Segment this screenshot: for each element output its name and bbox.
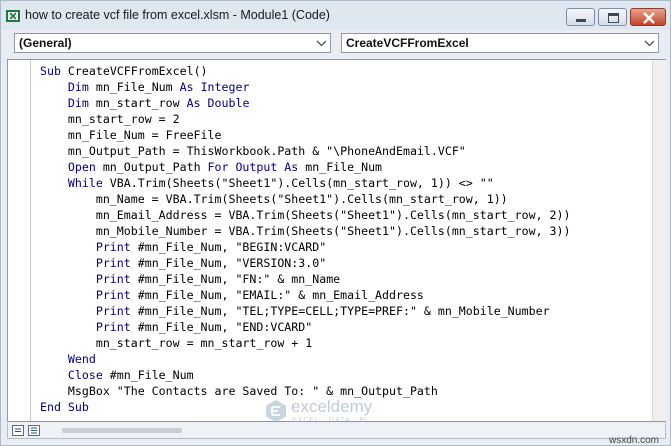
code-token: mn_Output_Path [95, 160, 208, 174]
code-token: #mn_File_Num, "BEGIN:VCARD" [130, 240, 327, 254]
watermark-name: exceldemy [291, 397, 373, 416]
keyword-token: Print [95, 304, 131, 318]
code-line[interactable]: Dim mn_File_Num As Integer [40, 79, 571, 95]
keyword-token: As Double [186, 96, 250, 110]
code-line[interactable]: Print #mn_File_Num, "TEL;TYPE=CELL;TYPE=… [40, 303, 571, 319]
code-line[interactable]: Print #mn_File_Num, "END:VCARD" [40, 319, 571, 335]
keyword-token: Dim [67, 80, 89, 94]
keyword-token: For Output As [207, 160, 299, 174]
window-title: how to create vcf file from excel.xlsm -… [25, 8, 330, 22]
code-line[interactable]: Sub CreateVCFFromExcel() [40, 63, 571, 79]
minimize-icon [576, 19, 586, 22]
code-token: mn_File_Num = FreeFile [67, 128, 222, 142]
keyword-token: Print [95, 256, 131, 270]
close-icon [643, 12, 655, 24]
exceldemy-logo-icon [266, 400, 286, 422]
procedure-dropdown[interactable]: CreateVCFFromExcel [341, 33, 659, 53]
keyword-token: Print [95, 320, 131, 334]
keyword-token: Close [67, 368, 103, 382]
object-dropdown-value: (General) [19, 36, 72, 50]
keyword-token: Sub [40, 64, 61, 78]
code-token: mn_Name = VBA.Trim(Sheets("Sheet1").Cell… [95, 192, 508, 206]
horizontal-scrollbar[interactable] [62, 428, 182, 433]
code-line[interactable]: Wend [40, 351, 571, 367]
procedure-dropdown-value: CreateVCFFromExcel [346, 36, 469, 50]
code-line[interactable]: mn_start_row = mn_start_row + 1 [40, 335, 571, 351]
margin-indicator-bar[interactable] [8, 60, 31, 421]
code-token: mn_Mobile_Number = VBA.Trim(Sheets("Shee… [95, 224, 571, 238]
keyword-token: Print [95, 288, 131, 302]
code-line[interactable]: mn_Mobile_Number = VBA.Trim(Sheets("Shee… [40, 223, 571, 239]
code-token: mn_Output_Path = ThisWorkbook.Path & "\P… [67, 144, 466, 158]
code-line[interactable]: Print #mn_File_Num, "FN:" & mn_Name [40, 271, 571, 287]
maximize-icon [608, 13, 619, 23]
code-text[interactable]: Sub CreateVCFFromExcel() Dim mn_File_Num… [40, 63, 571, 415]
code-token: mn_start_row = mn_start_row + 1 [95, 336, 313, 350]
keyword-token: Wend [67, 352, 96, 366]
vba-code-window: how to create vcf file from excel.xlsm -… [0, 0, 671, 446]
code-token: CreateVCFFromExcel() [60, 64, 208, 78]
code-token: mn_File_Num [88, 80, 180, 94]
code-editor[interactable]: Sub CreateVCFFromExcel() Dim mn_File_Num… [7, 59, 666, 422]
code-token: VBA.Trim(Sheets("Sheet1").Cells(mn_start… [102, 176, 494, 190]
procedure-view-icon [15, 428, 21, 432]
excel-vba-icon [6, 10, 20, 22]
vertical-scrollbar[interactable] [652, 60, 666, 421]
close-button[interactable] [630, 8, 666, 26]
keyword-token: While [67, 176, 103, 190]
code-line[interactable]: mn_Email_Address = VBA.Trim(Sheets("Shee… [40, 207, 571, 223]
maximize-button[interactable] [598, 8, 627, 26]
code-token: #mn_File_Num, "FN:" & mn_Name [130, 272, 341, 286]
minimize-button[interactable] [566, 8, 595, 26]
full-module-view-icon [31, 427, 37, 434]
site-watermark: wsxdn.com [609, 435, 660, 446]
code-line[interactable]: Dim mn_start_row As Double [40, 95, 571, 111]
code-token: mn_start_row = 2 [67, 112, 180, 126]
code-line[interactable]: While VBA.Trim(Sheets("Sheet1").Cells(mn… [40, 175, 571, 191]
code-token: #mn_File_Num, "TEL;TYPE=CELL;TYPE=PREF:"… [130, 304, 550, 318]
code-token: #mn_File_Num, "EMAIL:" & mn_Email_Addres… [130, 288, 424, 302]
keyword-token: Print [95, 272, 131, 286]
bottom-bar [7, 423, 666, 439]
code-token: #mn_File_Num, "END:VCARD" [130, 320, 313, 334]
object-dropdown[interactable]: (General) [14, 33, 331, 53]
code-token: mn_start_row [88, 96, 187, 110]
code-line[interactable]: Print #mn_File_Num, "BEGIN:VCARD" [40, 239, 571, 255]
code-token: mn_Email_Address = VBA.Trim(Sheets("Shee… [95, 208, 571, 222]
chevron-down-icon[interactable] [313, 34, 330, 52]
keyword-token: Print [95, 240, 131, 254]
code-line[interactable]: Close #mn_File_Num [40, 367, 571, 383]
code-token: #mn_File_Num [102, 368, 194, 382]
title-bar[interactable]: how to create vcf file from excel.xlsm -… [1, 1, 670, 30]
keyword-token: Dim [67, 96, 89, 110]
procedure-view-button[interactable] [12, 425, 24, 436]
code-line[interactable]: mn_start_row = 2 [40, 111, 571, 127]
code-line[interactable]: mn_Output_Path = ThisWorkbook.Path & "\P… [40, 143, 571, 159]
code-line[interactable]: Print #mn_File_Num, "EMAIL:" & mn_Email_… [40, 287, 571, 303]
code-line[interactable]: Print #mn_File_Num, "VERSION:3.0" [40, 255, 571, 271]
code-token: #mn_File_Num, "VERSION:3.0" [130, 256, 327, 270]
chevron-down-icon[interactable] [641, 34, 658, 52]
full-module-view-button[interactable] [28, 425, 40, 436]
keyword-token: Open [67, 160, 96, 174]
keyword-token: End Sub [40, 400, 89, 414]
code-token: mn_File_Num [298, 160, 383, 174]
code-token: MsgBox "The Contacts are Saved To: " & m… [67, 384, 438, 398]
code-line[interactable]: mn_File_Num = FreeFile [40, 127, 571, 143]
keyword-token: As Integer [179, 80, 250, 94]
code-line[interactable]: Open mn_Output_Path For Output As mn_Fil… [40, 159, 571, 175]
code-line[interactable]: mn_Name = VBA.Trim(Sheets("Sheet1").Cell… [40, 191, 571, 207]
